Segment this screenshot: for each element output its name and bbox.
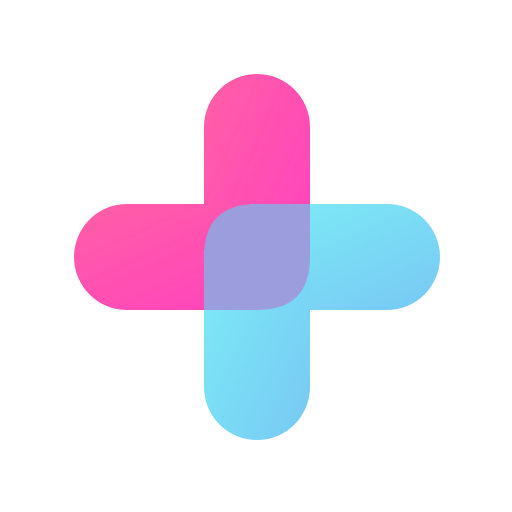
medical-plus-logo-icon bbox=[74, 74, 440, 440]
overlap-region bbox=[204, 204, 310, 310]
app-icon-canvas bbox=[0, 0, 512, 512]
